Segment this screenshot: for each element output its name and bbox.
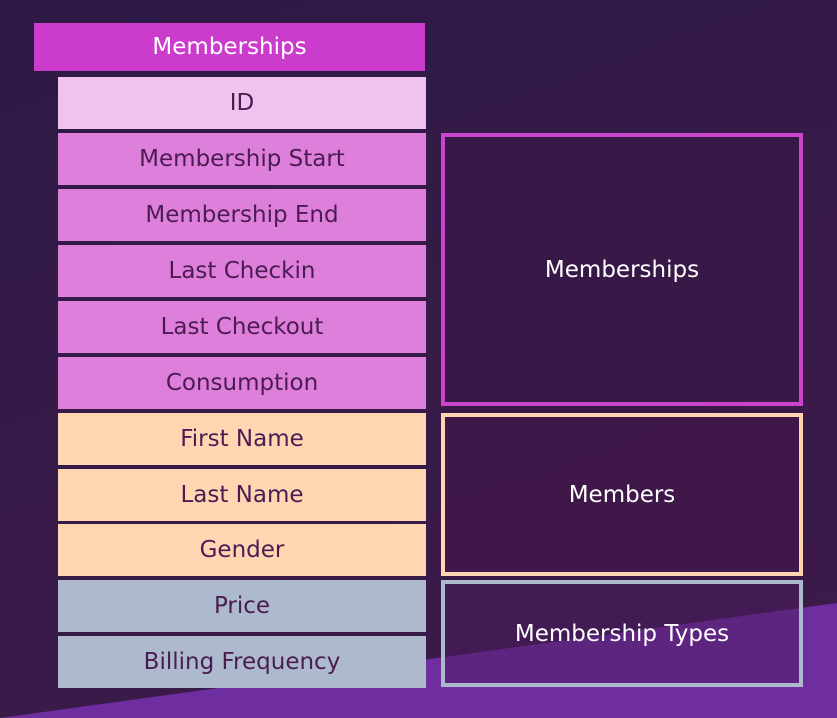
group-membership-types-label: Membership Types xyxy=(514,620,730,647)
field-membership-start: Membership Start xyxy=(58,133,426,185)
table-title: Memberships xyxy=(34,23,425,71)
group-memberships-label: Memberships xyxy=(544,256,700,283)
group-members-label: Members xyxy=(568,481,676,508)
field-id: ID xyxy=(58,77,426,129)
field-first-name: First Name xyxy=(58,413,426,465)
group-memberships: Memberships xyxy=(441,133,803,406)
field-gender: Gender xyxy=(58,524,426,576)
field-last-checkin: Last Checkin xyxy=(58,245,426,297)
group-members: Members xyxy=(441,413,803,576)
field-membership-end: Membership End xyxy=(58,189,426,241)
field-billing-frequency: Billing Frequency xyxy=(58,636,426,688)
field-price: Price xyxy=(58,580,426,632)
field-last-checkout: Last Checkout xyxy=(58,301,426,353)
group-membership-types: Membership Types xyxy=(441,580,803,687)
field-consumption: Consumption xyxy=(58,357,426,409)
field-last-name: Last Name xyxy=(58,469,426,521)
